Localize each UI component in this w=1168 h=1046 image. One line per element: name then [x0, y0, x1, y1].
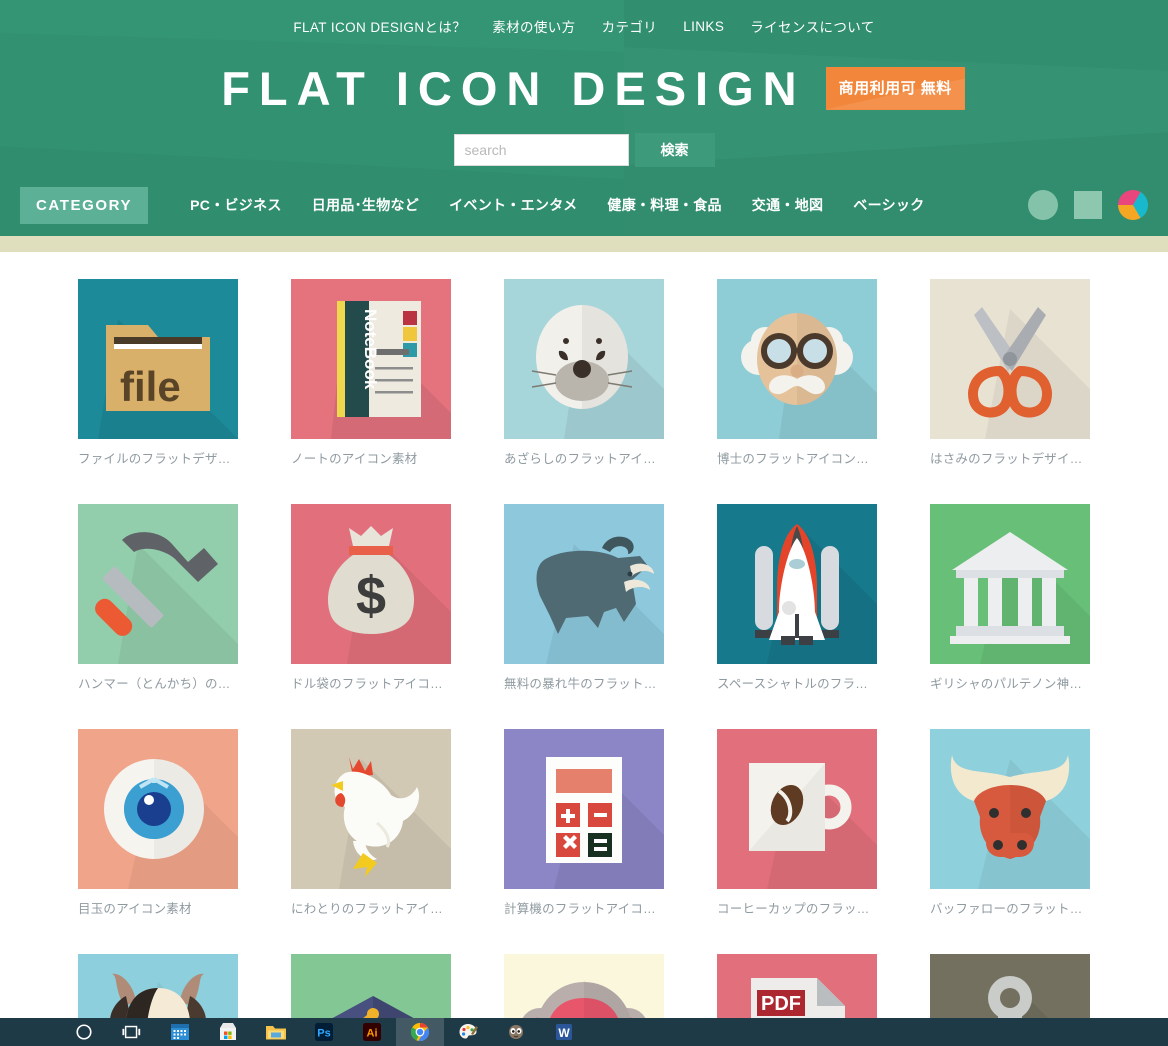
google-chrome-icon[interactable]: [396, 1018, 444, 1046]
circle-shape-icon[interactable]: [1028, 190, 1058, 220]
site-header: FLAT ICON DESIGNとは？ 素材の使い方 カテゴリ LINKS ライ…: [0, 0, 1168, 236]
parthenon-icon[interactable]: [930, 504, 1090, 664]
file-folder-icon[interactable]: file: [78, 279, 238, 439]
svg-text:PDF: PDF: [761, 993, 801, 1015]
file-explorer-icon[interactable]: [252, 1018, 300, 1046]
category-item-basic[interactable]: ベーシック: [853, 195, 924, 215]
windows-taskbar: Ps Ai W: [0, 1018, 1168, 1046]
buffalo-head-icon[interactable]: [930, 729, 1090, 889]
icon-card-label: あざらしのフラットアイ…: [504, 452, 656, 466]
space-shuttle-icon[interactable]: [717, 504, 877, 664]
icon-card[interactable]: にわとりのフラットアイ…: [291, 729, 451, 917]
svg-text:$: $: [356, 566, 386, 626]
icon-grid-section: file ファイルのフラットデザ… NoteBook ノートのアイコン素材 あざ…: [0, 252, 1168, 1046]
search-button[interactable]: 検索: [634, 133, 715, 167]
cortana-search-icon[interactable]: [60, 1018, 108, 1046]
icon-card[interactable]: ギリシャのパルテノン神…: [930, 504, 1090, 692]
professor-face-icon[interactable]: [717, 279, 877, 439]
icon-card-label: 目玉のアイコン素材: [78, 902, 192, 916]
icon-card-label: スペースシャトルのフラ…: [717, 677, 868, 691]
icon-card[interactable]: 無料の暴れ牛のフラット…: [504, 504, 664, 692]
topnav-item-about[interactable]: FLAT ICON DESIGNとは？: [293, 16, 466, 36]
icon-card-label: ノートのアイコン素材: [291, 452, 418, 466]
top-navigation: FLAT ICON DESIGNとは？ 素材の使い方 カテゴリ LINKS ライ…: [0, 0, 1168, 52]
icon-card-label: ギリシャのパルテノン神…: [930, 677, 1083, 691]
icon-card[interactable]: 計算機のフラットアイコ…: [504, 729, 664, 917]
icon-card-label: ハンマー（とんかち）の…: [78, 677, 231, 691]
chicken-icon[interactable]: [291, 729, 451, 889]
task-view-icon[interactable]: [108, 1018, 156, 1046]
category-shape-filters: [1028, 190, 1148, 220]
svg-text:W: W: [558, 1026, 570, 1040]
icon-card[interactable]: はさみのフラットデザイ…: [930, 279, 1090, 467]
icon-card-label: コーヒーカップのフラッ…: [717, 902, 870, 916]
start-button[interactable]: [0, 1018, 60, 1046]
svg-text:Ps: Ps: [317, 1028, 330, 1040]
icon-card-label: はさみのフラットデザイ…: [930, 452, 1083, 466]
scissors-icon[interactable]: [930, 279, 1090, 439]
commercial-use-badge[interactable]: 商用利用可 無料: [825, 66, 965, 110]
coffee-cup-icon[interactable]: [717, 729, 877, 889]
topnav-item-category[interactable]: カテゴリ: [602, 16, 658, 36]
svg-text:Ai: Ai: [367, 1028, 378, 1040]
icon-card[interactable]: あざらしのフラットアイ…: [504, 279, 664, 467]
icon-card[interactable]: スペースシャトルのフラ…: [717, 504, 877, 692]
icon-card-label: にわとりのフラットアイ…: [291, 902, 443, 916]
eyeball-icon[interactable]: [78, 729, 238, 889]
square-shape-icon[interactable]: [1074, 191, 1102, 219]
icon-grid: file ファイルのフラットデザ… NoteBook ノートのアイコン素材 あざ…: [78, 279, 1090, 1046]
icon-card-label: ドル袋のフラットアイコ…: [291, 677, 443, 691]
category-item-pc-business[interactable]: PC・ビジネス: [190, 195, 282, 215]
topnav-item-links[interactable]: LINKS: [683, 19, 724, 34]
notebook-icon[interactable]: NoteBook: [291, 279, 451, 439]
seal-face-icon[interactable]: [504, 279, 664, 439]
icon-card[interactable]: 博士のフラットアイコン…: [717, 279, 877, 467]
topnav-item-usage[interactable]: 素材の使い方: [492, 16, 575, 36]
icon-card[interactable]: ハンマー（とんかち）の…: [78, 504, 238, 692]
icon-card[interactable]: $ ドル袋のフラットアイコ…: [291, 504, 451, 692]
category-item-daily-life[interactable]: 日用品･生物など: [312, 195, 419, 215]
icon-card[interactable]: file ファイルのフラットデザ…: [78, 279, 238, 467]
icon-card[interactable]: NoteBook ノートのアイコン素材: [291, 279, 451, 467]
topnav-item-license[interactable]: ライセンスについて: [750, 16, 874, 36]
category-pill[interactable]: CATEGORY: [20, 186, 149, 224]
raging-bull-icon[interactable]: [504, 504, 664, 664]
icon-card-label: 博士のフラットアイコン…: [717, 452, 869, 466]
svg-text:NoteBook: NoteBook: [361, 309, 380, 390]
category-item-transport[interactable]: 交通・地図: [752, 195, 824, 215]
category-item-health-food[interactable]: 健康・料理・食品: [607, 195, 721, 215]
color-wheel-icon[interactable]: [1118, 190, 1148, 220]
icon-card-label: 計算機のフラットアイコ…: [504, 902, 656, 916]
site-title: FLAT ICON DESIGN: [221, 61, 806, 115]
commercial-use-badge-label: 商用利用可 無料: [838, 79, 952, 97]
search-input[interactable]: [453, 134, 629, 166]
microsoft-store-icon[interactable]: [204, 1018, 252, 1046]
svg-text:file: file: [120, 363, 181, 410]
money-bag-icon[interactable]: $: [291, 504, 451, 664]
paint-icon[interactable]: [444, 1018, 492, 1046]
photoshop-icon[interactable]: Ps: [300, 1018, 348, 1046]
header-bottom-stripe: [0, 236, 1168, 252]
icon-card-label: ファイルのフラットデザ…: [78, 452, 231, 466]
title-row: FLAT ICON DESIGN 商用利用可 無料: [0, 52, 1168, 124]
icon-card[interactable]: バッファローのフラット…: [930, 729, 1090, 917]
category-bar: CATEGORY PC・ビジネス 日用品･生物など イベント・エンタメ 健康・料…: [0, 176, 1168, 234]
icon-card[interactable]: コーヒーカップのフラッ…: [717, 729, 877, 917]
calculator-icon[interactable]: [504, 729, 664, 889]
icon-card[interactable]: 目玉のアイコン素材: [78, 729, 238, 917]
icon-card-label: バッファローのフラット…: [930, 902, 1083, 916]
category-links: PC・ビジネス 日用品･生物など イベント・エンタメ 健康・料理・食品 交通・地…: [190, 195, 924, 215]
gimp-icon[interactable]: [492, 1018, 540, 1046]
category-item-event[interactable]: イベント・エンタメ: [449, 195, 577, 215]
hammer-icon[interactable]: [78, 504, 238, 664]
icon-card-label: 無料の暴れ牛のフラット…: [504, 677, 657, 691]
illustrator-icon[interactable]: Ai: [348, 1018, 396, 1046]
calendar-app-icon[interactable]: [156, 1018, 204, 1046]
search-row: 検索: [0, 124, 1168, 176]
microsoft-word-icon[interactable]: W: [540, 1018, 588, 1046]
